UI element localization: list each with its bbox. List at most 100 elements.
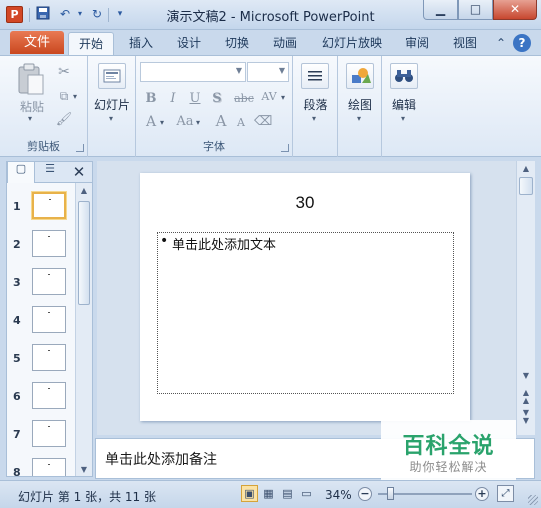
paste-button-label[interactable]: 粘贴	[14, 98, 50, 115]
tab-slides-thumbnails[interactable]: ▢	[7, 162, 35, 183]
binoculars-icon[interactable]	[390, 63, 418, 89]
text-shadow-icon[interactable]: S	[208, 91, 226, 107]
slide-number: 5	[13, 352, 21, 365]
tab-slideshow[interactable]: 幻灯片放映	[316, 32, 388, 55]
underline-icon[interactable]: U	[186, 91, 204, 107]
drawing-button-label[interactable]: 绘图	[340, 96, 380, 113]
zoom-in-button[interactable]: +	[475, 487, 489, 501]
zoom-slider-handle[interactable]	[387, 487, 394, 500]
close-button[interactable]: ✕	[493, 0, 537, 20]
font-color-icon[interactable]: A	[142, 114, 160, 130]
thumbnail-row[interactable]: 7	[7, 420, 77, 452]
slide-thumbnail[interactable]	[32, 382, 66, 409]
reading-view-icon[interactable]: ▤	[279, 485, 296, 502]
font-size-combobox[interactable]: ▼	[247, 62, 289, 82]
maximize-button[interactable]: □	[458, 0, 493, 20]
content-placeholder[interactable]: • 单击此处添加文本	[157, 232, 454, 394]
scroll-up-icon[interactable]: ▲	[517, 164, 535, 173]
slide-thumbnail[interactable]	[32, 230, 66, 257]
fit-to-window-icon[interactable]: ⤢	[497, 485, 514, 502]
new-slide-icon[interactable]	[98, 63, 126, 89]
thumbnail-row[interactable]: 6	[7, 382, 77, 414]
slides-group: 幻灯片 ▾	[88, 56, 136, 157]
editing-button-label[interactable]: 编辑	[384, 96, 424, 113]
thumbnail-row[interactable]: 3	[7, 268, 77, 300]
slide-thumbnail[interactable]	[32, 306, 66, 333]
scroll-down-icon[interactable]: ▼	[517, 371, 535, 380]
watermark-subtitle: 助你轻松解决	[409, 460, 488, 474]
thumbnails-scrollbar[interactable]: ▲ ▼	[75, 183, 92, 476]
paste-dropdown-icon[interactable]: ▾	[28, 114, 32, 123]
font-color-dropdown-icon[interactable]: ▾	[160, 118, 164, 127]
minimize-ribbon-icon[interactable]: ⌃	[492, 34, 510, 52]
thumbnail-row[interactable]: 5	[7, 344, 77, 376]
shrink-font-icon[interactable]: A	[232, 115, 250, 131]
slides-dropdown-icon[interactable]: ▾	[109, 114, 113, 123]
slide-thumbnail-list: 1 2 3 4 5 6 7 8 ▲ ▼	[6, 183, 93, 477]
slide-thumbnail[interactable]	[32, 420, 66, 447]
close-pane-icon[interactable]: ✕	[66, 162, 92, 183]
strikethrough-icon[interactable]: abc	[232, 91, 256, 107]
previous-slide-icon[interactable]: ▲ ▲	[517, 389, 535, 405]
paste-icon[interactable]	[16, 63, 46, 97]
watermark: 百科全说 助你轻松解决	[381, 420, 516, 482]
slide-title[interactable]: 30	[140, 193, 470, 213]
grow-font-icon[interactable]: A	[212, 113, 230, 129]
slide-thumbnail[interactable]	[32, 344, 66, 371]
tab-review[interactable]: 审阅	[398, 32, 436, 55]
drawing-dropdown-icon[interactable]: ▾	[357, 114, 361, 123]
case-dropdown-icon[interactable]: ▾	[196, 118, 200, 127]
slide-vertical-scrollbar[interactable]: ▲ ▼ ▲ ▲ ▼ ▼	[516, 161, 535, 435]
zoom-out-button[interactable]: −	[358, 487, 372, 501]
italic-icon[interactable]: I	[164, 91, 182, 107]
change-case-icon[interactable]: Aa	[174, 114, 196, 130]
format-painter-icon[interactable]: 🖌	[55, 112, 73, 128]
bold-icon[interactable]: B	[142, 91, 160, 107]
cut-icon[interactable]: ✂	[55, 64, 73, 80]
slides-button-label[interactable]: 幻灯片	[92, 96, 132, 113]
tab-design[interactable]: 设计	[170, 32, 208, 55]
scroll-down-icon[interactable]: ▼	[76, 465, 92, 474]
tab-view[interactable]: 视图	[446, 32, 484, 55]
thumbnail-row[interactable]: 1	[7, 192, 77, 224]
tab-outline[interactable]: ☰	[36, 162, 64, 183]
thumbnail-row[interactable]: 2	[7, 230, 77, 262]
scroll-up-icon[interactable]: ▲	[76, 186, 92, 195]
tab-home[interactable]: 开始	[68, 32, 114, 55]
spacing-dropdown-icon[interactable]: ▾	[281, 93, 285, 102]
next-slide-icon[interactable]: ▼ ▼	[517, 409, 535, 425]
slideshow-view-icon[interactable]: ▭	[298, 485, 315, 502]
current-slide[interactable]: 30 • 单击此处添加文本	[140, 173, 470, 421]
thumbnail-row[interactable]: 4	[7, 306, 77, 338]
tab-insert[interactable]: 插入	[122, 32, 160, 55]
thumbnail-row[interactable]: 8	[7, 458, 77, 476]
tab-transitions[interactable]: 切换	[218, 32, 256, 55]
font-name-combobox[interactable]: ▼	[140, 62, 246, 82]
drawing-shapes-icon[interactable]	[346, 63, 374, 89]
tab-animations[interactable]: 动画	[266, 32, 304, 55]
help-icon[interactable]: ?	[513, 34, 531, 52]
resize-grip[interactable]	[528, 495, 538, 505]
slide-sorter-view-icon[interactable]: ▦	[260, 485, 277, 502]
font-dialog-launcher[interactable]	[281, 144, 289, 152]
clear-formatting-icon[interactable]: ⌫	[254, 114, 272, 130]
slide-thumbnail[interactable]	[32, 268, 66, 295]
scrollbar-thumb[interactable]	[78, 201, 90, 305]
tab-file[interactable]: 文件	[10, 31, 64, 54]
zoom-slider[interactable]	[378, 487, 472, 500]
minimize-button[interactable]: ▁	[423, 0, 458, 20]
slide-thumbnail[interactable]	[32, 458, 66, 476]
slide-thumbnail[interactable]	[32, 192, 66, 219]
scrollbar-thumb[interactable]	[519, 177, 533, 195]
paragraph-dropdown-icon[interactable]: ▾	[312, 114, 316, 123]
editing-dropdown-icon[interactable]: ▾	[401, 114, 405, 123]
copy-dropdown-icon[interactable]: ▾	[73, 92, 77, 101]
zoom-level[interactable]: 34%	[325, 488, 352, 502]
paragraph-icon[interactable]	[301, 63, 329, 89]
paragraph-button-label[interactable]: 段落	[295, 96, 336, 113]
drawing-group: 绘图 ▾	[338, 56, 382, 157]
normal-view-icon[interactable]: ▣	[241, 485, 258, 502]
clipboard-dialog-launcher[interactable]	[76, 144, 84, 152]
copy-icon[interactable]: ⧉	[55, 88, 73, 104]
character-spacing-icon[interactable]: AV	[258, 89, 280, 105]
